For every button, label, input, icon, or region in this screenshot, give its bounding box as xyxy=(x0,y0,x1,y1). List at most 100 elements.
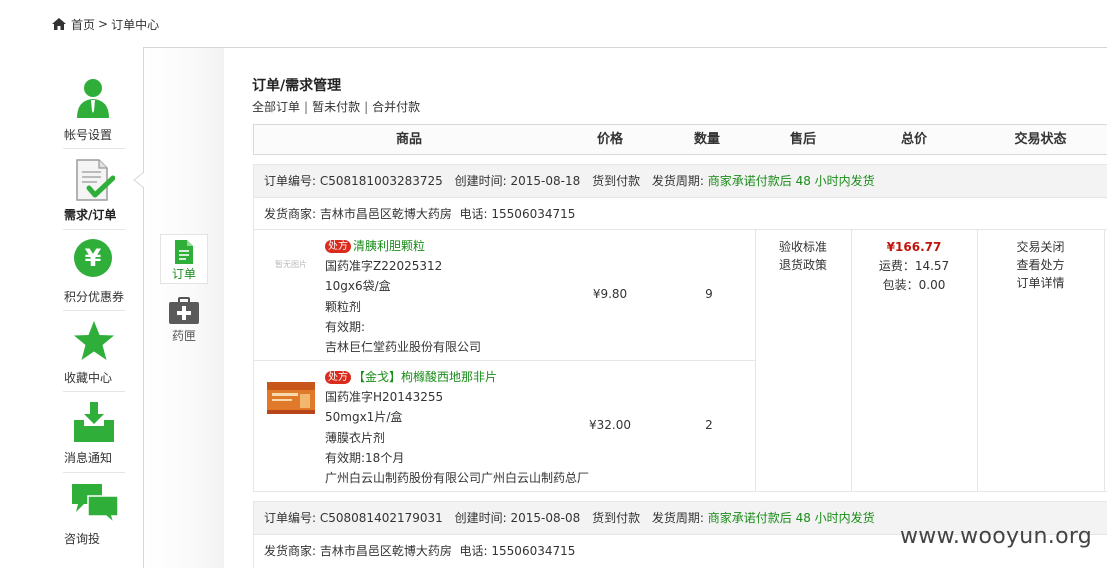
column-header-price: 价格 xyxy=(596,132,623,147)
total-cell: ¥166.77 运费：14.57 包装：0.00 xyxy=(852,238,976,295)
acceptance-standard-link[interactable]: 验收标准 xyxy=(756,238,850,256)
product-price: ¥9.80 xyxy=(592,287,628,301)
product-row: 处方 【金戈】枸橼酸西地那非片 国药准字H20143255 50mgx1片/盒 薄… xyxy=(254,361,754,491)
shop-label: 发货商家: xyxy=(264,544,317,558)
breadcrumb: 首页 > 订单中心 xyxy=(52,15,159,33)
product-name-link[interactable]: 【金戈】枸橼酸西地那非片 xyxy=(353,370,497,384)
created-time-label: 创建时间: xyxy=(454,511,507,525)
star-icon xyxy=(74,321,114,360)
shipping-fee: 运费：14.57 xyxy=(878,259,950,273)
phone-label: 电话: xyxy=(459,207,488,221)
payment-method: 货到付款 xyxy=(592,511,641,525)
product-row: 暂无图片 处方 清胰利胆颗粒 国药准字Z22025312 10gx6袋/盒 颗粒剂… xyxy=(254,230,754,360)
page-title: 订单/需求管理 xyxy=(252,78,342,94)
yen-coin-icon: ¥ xyxy=(74,239,112,277)
breadcrumb-home-link[interactable]: 首页 xyxy=(71,16,95,33)
shop-name[interactable]: 吉林市昌邑区乾博大药房 xyxy=(320,544,452,558)
delivery-period: 商家承诺付款后 48 小时内发货 xyxy=(707,511,875,525)
inbox-download-icon xyxy=(74,402,114,442)
packing-fee: 包装：0.00 xyxy=(882,278,946,292)
product-quantity: 2 xyxy=(705,418,713,432)
nav-divider xyxy=(63,391,125,392)
product-info: 处方 清胰利胆颗粒 国药准字Z22025312 10gx6袋/盒 颗粒剂 有效期:… xyxy=(325,236,481,357)
nav-label-points-coupons: 积分优惠券 xyxy=(64,290,125,304)
product-spec: 10gx6袋/盒 xyxy=(325,279,391,294)
product-manufacturer: 广州白云山制药股份有限公司广州白云山制药总厂 xyxy=(325,471,590,486)
filter-unpaid[interactable]: 暂未付款 xyxy=(312,100,360,114)
order-filter-bar: 全部订单 | 暂未付款 | 合并付款 xyxy=(252,98,420,115)
trade-status: 交易关闭 xyxy=(1016,240,1065,254)
nav-label-notifications: 消息通知 xyxy=(64,451,113,465)
delivery-period-label: 发货周期: xyxy=(651,174,704,188)
order-number-label: 订单编号: xyxy=(264,511,317,525)
product-info: 处方 【金戈】枸橼酸西地那非片 国药准字H20143255 50mgx1片/盒 薄… xyxy=(325,367,589,488)
prescription-badge: 处方 xyxy=(325,371,351,384)
filter-separator: | xyxy=(364,100,369,114)
file-icon xyxy=(175,240,193,264)
shop-label: 发货商家: xyxy=(264,207,317,221)
product-quantity: 9 xyxy=(705,287,713,301)
product-spec: 50mgx1片/盒 xyxy=(325,410,403,425)
subnav-item-medicine-box[interactable]: 药匣 xyxy=(160,297,208,345)
aftersale-cell: 验收标准 退货政策 xyxy=(756,238,850,274)
column-header-status: 交易状态 xyxy=(1014,132,1067,147)
column-header-total: 总价 xyxy=(900,132,927,147)
delivery-period-label: 发货周期: xyxy=(651,511,704,525)
created-time: 2015-08-08 xyxy=(510,511,581,525)
product-price: ¥32.00 xyxy=(589,418,631,432)
medical-kit-icon xyxy=(169,297,199,324)
nav-label-consult-complaint: 咨询投 xyxy=(64,532,101,546)
shop-name[interactable]: 吉林市昌邑区乾博大药房 xyxy=(320,207,452,221)
breadcrumb-current: 订单中心 xyxy=(111,17,160,32)
order-number-label: 订单编号: xyxy=(264,174,317,188)
prescription-badge: 处方 xyxy=(325,240,351,253)
nav-divider xyxy=(63,148,125,149)
delivery-period: 商家承诺付款后 48 小时内发货 xyxy=(707,174,875,188)
column-header-product: 商品 xyxy=(395,132,422,147)
table-header: 商品 价格 数量 售后 总价 交易状态 xyxy=(253,124,1107,155)
created-time: 2015-08-18 xyxy=(510,174,581,188)
column-header-aftersale: 售后 xyxy=(789,132,816,147)
nav-label-orders: 需求/订单 xyxy=(64,208,117,222)
subnav-item-orders[interactable]: 订单 xyxy=(160,234,208,284)
order-total-amount: ¥166.77 xyxy=(886,240,942,254)
home-icon[interactable] xyxy=(52,18,66,30)
order-details-link[interactable]: 订单详情 xyxy=(978,274,1103,292)
shop-info: 发货商家: 吉林市昌邑区乾博大药房 电话: 15506034715 xyxy=(253,198,1107,230)
status-cell: 交易关闭 查看处方 订单详情 xyxy=(978,238,1103,292)
filter-merge-pay[interactable]: 合并付款 xyxy=(372,100,420,114)
product-manufacturer: 吉林巨仁堂药业股份有限公司 xyxy=(325,340,482,355)
column-divider xyxy=(1104,230,1105,491)
product-dosage-form: 薄膜衣片剂 xyxy=(325,430,386,445)
payment-method: 货到付款 xyxy=(592,174,641,188)
column-header-quantity: 数量 xyxy=(693,132,720,147)
return-policy-link[interactable]: 退货政策 xyxy=(756,256,850,274)
filter-separator: | xyxy=(304,100,309,114)
filter-all-orders[interactable]: 全部订单 xyxy=(252,100,300,114)
product-approval-number: 国药准字Z22025312 xyxy=(325,259,443,274)
product-dosage-form: 颗粒剂 xyxy=(325,299,362,314)
phone-label: 电话: xyxy=(459,544,488,558)
watermark: www.wooyun.org xyxy=(900,524,1093,549)
order-number: C508081402179031 xyxy=(319,511,443,525)
product-expiry: 有效期: xyxy=(325,319,366,334)
panel-pointer xyxy=(133,172,144,188)
product-name-link[interactable]: 清胰利胆颗粒 xyxy=(353,239,425,253)
order-number: C508181003283725 xyxy=(319,174,443,188)
svg-text:¥: ¥ xyxy=(85,244,102,272)
user-icon xyxy=(77,79,109,118)
nav-label-account-settings: 帐号设置 xyxy=(64,128,113,142)
chat-bubbles-icon xyxy=(72,484,119,524)
view-prescription-link[interactable]: 查看处方 xyxy=(978,256,1103,274)
created-time-label: 创建时间: xyxy=(454,174,507,188)
product-thumbnail-placeholder[interactable]: 暂无图片 xyxy=(266,244,316,286)
product-approval-number: 国药准字H20143255 xyxy=(325,390,444,405)
product-thumbnail[interactable] xyxy=(266,377,316,419)
breadcrumb-separator: > xyxy=(98,17,109,31)
document-check-icon xyxy=(76,159,115,201)
nav-divider xyxy=(63,310,125,311)
subnav-label-medicine-box: 药匣 xyxy=(171,329,196,343)
phone-number: 15506034715 xyxy=(491,544,576,558)
nav-label-favorites: 收藏中心 xyxy=(64,371,113,385)
nav-divider xyxy=(63,229,125,230)
